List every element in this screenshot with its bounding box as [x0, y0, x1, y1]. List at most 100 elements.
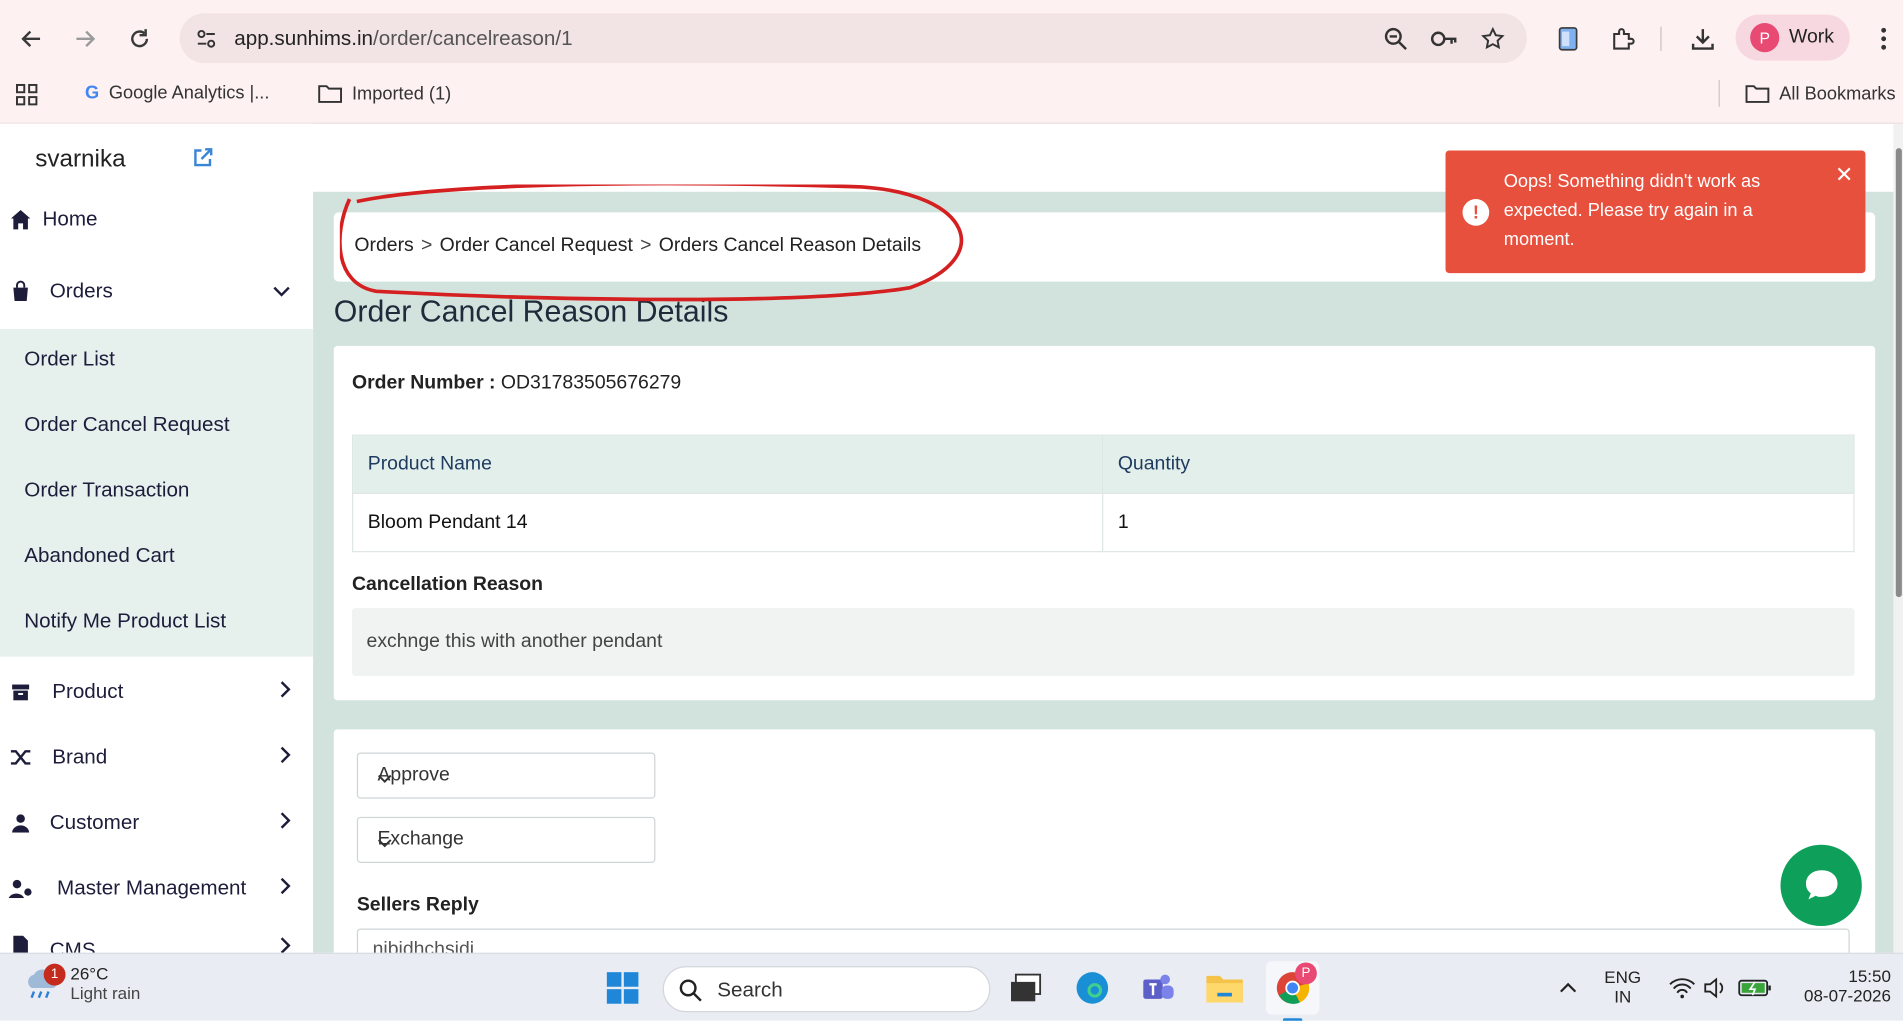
windows-start-icon[interactable]: [603, 969, 642, 1008]
task-view-icon[interactable]: [1006, 969, 1045, 1008]
sidebar-item-abandoned-cart[interactable]: Abandoned Cart: [24, 544, 174, 568]
cancellation-reason-text: exchnge this with another pendant: [366, 631, 663, 652]
active-app-indicator: [1282, 1018, 1303, 1021]
chevron-right-icon: [279, 679, 291, 704]
google-icon: G: [84, 82, 100, 104]
user-gear-icon: [8, 876, 32, 900]
sidebar-item-order-list[interactable]: Order List: [24, 347, 115, 371]
notification-badge: 1: [43, 963, 66, 986]
bookmark-folder-imported[interactable]: Imported (1): [318, 83, 451, 105]
brand-name: svarnika: [35, 145, 126, 173]
password-key-icon[interactable]: [1430, 24, 1459, 53]
chrome-taskbar-icon[interactable]: P: [1265, 961, 1320, 1021]
orders-submenu: Order List Order Cancel Request Order Tr…: [0, 328, 314, 657]
zoom-icon[interactable]: [1381, 24, 1410, 53]
back-icon[interactable]: [15, 22, 49, 56]
sidebar-item-brand[interactable]: Brand: [0, 729, 313, 785]
volume-icon[interactable]: [1697, 969, 1736, 1008]
home-icon: [8, 208, 32, 232]
folder-icon: [1745, 85, 1770, 103]
folder-icon: [318, 85, 343, 103]
error-toast: ! Oops! Something didn't work as expecte…: [1445, 150, 1866, 274]
teams-icon[interactable]: [1138, 969, 1177, 1008]
toolbar-divider: [1660, 26, 1662, 51]
toast-message: Oops! Something didn't work as expected.…: [1503, 171, 1761, 251]
browser-toolbar: app.sunhims.in/order/cancelreason/1 P Wo…: [0, 0, 1903, 124]
bookmark-star-icon[interactable]: [1478, 24, 1507, 53]
file-explorer-icon[interactable]: [1205, 969, 1244, 1008]
sidebar-item-cms[interactable]: CMS: [0, 926, 313, 953]
chevron-right-icon: [279, 876, 291, 901]
shuffle-icon: [8, 745, 32, 769]
cell-quantity: 1: [1102, 492, 1855, 553]
main-content: Orders > Order Cancel Request > Orders C…: [313, 191, 1903, 978]
bookmark-google-analytics[interactable]: G Google Analytics |...: [85, 83, 269, 104]
sidebar-item-order-cancel-request[interactable]: Order Cancel Request: [24, 413, 229, 437]
chevron-down-icon: [377, 768, 642, 790]
sidebar-item-notify-me[interactable]: Notify Me Product List: [24, 609, 226, 633]
column-header-quantity: Quantity: [1102, 434, 1855, 494]
type-select[interactable]: Exchange: [356, 816, 656, 863]
windows-taskbar: 26°C Light rain 1 Search P ENG IN 15:50 …: [0, 952, 1903, 1021]
chevron-right-icon: [279, 936, 291, 953]
chat-bubble-icon: [1805, 869, 1837, 899]
table-header-row: Product Name Quantity: [351, 434, 1855, 494]
chevron-right-icon: [279, 810, 291, 835]
profile-name: Work: [1788, 26, 1834, 48]
cell-product-name: Bloom Pendant 14: [351, 492, 1104, 553]
chat-button[interactable]: [1780, 844, 1862, 927]
menu-kebab-icon[interactable]: [1867, 22, 1901, 56]
product-table: Product Name Quantity Bloom Pendant 14 1: [351, 434, 1855, 553]
url-text[interactable]: app.sunhims.in/order/cancelreason/1: [234, 27, 572, 51]
scrollbar-thumb[interactable]: [1895, 148, 1902, 598]
user-icon: [8, 811, 32, 835]
cancellation-reason-label: Cancellation Reason: [351, 574, 543, 595]
error-icon: !: [1462, 199, 1490, 226]
sellers-reply-label: Sellers Reply: [356, 894, 479, 916]
search-icon: [679, 979, 702, 1002]
chevron-down-icon: [377, 833, 642, 855]
edge-browser-icon[interactable]: [1073, 969, 1112, 1008]
address-bar[interactable]: app.sunhims.in/order/cancelreason/1: [179, 13, 1527, 64]
external-link-icon[interactable]: [192, 147, 214, 175]
reload-icon[interactable]: [123, 22, 157, 56]
all-bookmarks[interactable]: All Bookmarks: [1745, 83, 1896, 105]
action-card: Approve Exchange Sellers Reply nibidhchs…: [333, 729, 1876, 978]
extensions-icon[interactable]: [1606, 22, 1640, 56]
table-row: Bloom Pendant 14 1: [351, 492, 1855, 553]
sidebar-item-orders[interactable]: Orders: [0, 263, 313, 319]
sidebar-item-home[interactable]: Home: [0, 192, 313, 248]
sidebar-item-product[interactable]: Product: [0, 664, 313, 720]
close-icon[interactable]: ✕: [1835, 163, 1853, 188]
order-number: Order Number : OD31783505676279: [351, 372, 682, 394]
page-scrollbar[interactable]: [1893, 123, 1903, 953]
site-info-icon[interactable]: [192, 24, 221, 53]
sidebar-item-order-transaction[interactable]: Order Transaction: [24, 478, 189, 502]
sidebar-item-customer[interactable]: Customer: [0, 795, 313, 851]
annotation-circle: [339, 184, 964, 302]
column-header-product: Product Name: [351, 434, 1104, 494]
profile-avatar: P: [1750, 23, 1780, 53]
forward-icon[interactable]: [68, 22, 102, 56]
profile-button[interactable]: P Work: [1735, 14, 1850, 61]
bookmarks-divider: [1718, 80, 1720, 107]
status-select[interactable]: Approve: [356, 752, 656, 799]
sidebar-item-master-management[interactable]: Master Management: [0, 861, 313, 917]
cancellation-reason-box: exchnge this with another pendant: [351, 608, 1855, 677]
screen: app.sunhims.in/order/cancelreason/1 P Wo…: [0, 0, 1903, 1021]
taskbar-search[interactable]: Search: [662, 966, 991, 1013]
battery-charging-icon[interactable]: [1736, 969, 1775, 1008]
chevron-up-icon[interactable]: [1549, 969, 1588, 1008]
chevron-right-icon: [279, 745, 291, 770]
chevron-down-icon: [272, 279, 291, 303]
shopping-bag-icon: [8, 279, 32, 303]
chrome-profile-badge: P: [1295, 962, 1317, 985]
clock[interactable]: 15:50 08-07-2026: [1789, 966, 1891, 1005]
apps-grid-icon[interactable]: [15, 83, 39, 107]
weather-widget[interactable]: 26°C Light rain: [22, 964, 140, 1003]
downloads-icon[interactable]: [1686, 22, 1720, 56]
language-indicator[interactable]: ENG IN: [1600, 967, 1646, 1006]
reading-mode-icon[interactable]: [1551, 22, 1585, 56]
sidebar: svarnika Home Orders Order List Order Ca…: [0, 123, 314, 953]
archive-box-icon: [8, 680, 32, 704]
